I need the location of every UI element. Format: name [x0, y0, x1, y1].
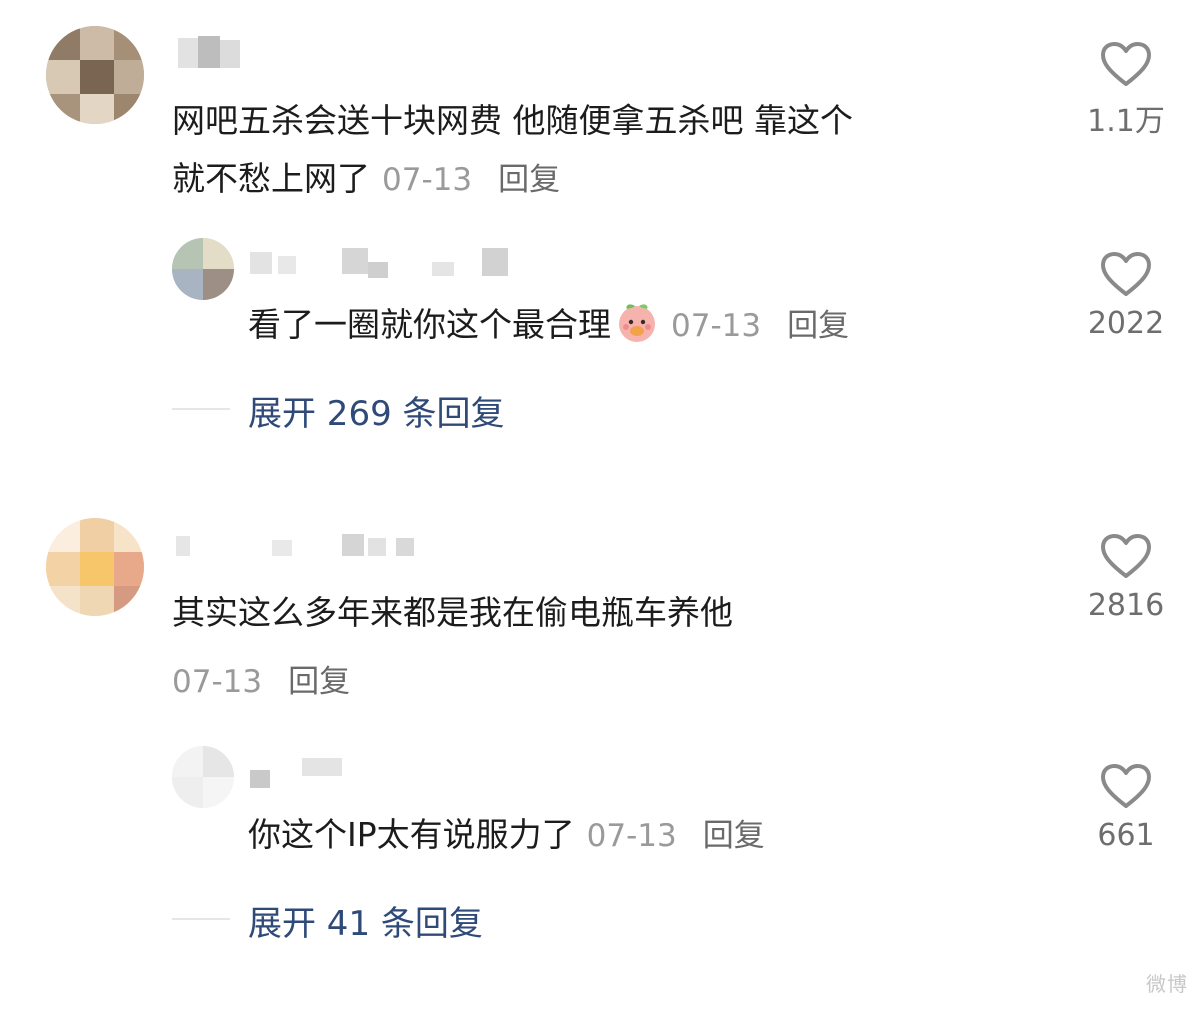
reply-text: 看了一圈就你这个最合理 [248, 305, 611, 344]
reply-like-button[interactable]: 661 [1066, 762, 1186, 853]
comment-date: 07-13 [172, 664, 263, 700]
heart-outline-icon [1101, 534, 1151, 578]
commenter-username-redacted[interactable] [176, 524, 426, 564]
reply-avatar[interactable] [172, 746, 234, 808]
reply-to-reply-button[interactable]: 回复 [703, 818, 765, 854]
reply-like-button[interactable]: 2022 [1066, 250, 1186, 341]
expand-divider [172, 408, 230, 410]
reply-to-reply-button[interactable]: 回复 [787, 308, 849, 344]
reply-button[interactable]: 回复 [288, 664, 350, 700]
reply-text: 你这个IP太有说服力了 [248, 815, 575, 854]
commenter-avatar[interactable] [46, 26, 144, 124]
comment-meta: 07-13 回复 [160, 656, 350, 701]
comment-text-line-2: 就不愁上网了 07-13 回复 [172, 150, 1052, 209]
reply-button[interactable]: 回复 [498, 162, 560, 198]
heart-outline-icon [1101, 42, 1151, 86]
like-count: 2022 [1087, 306, 1165, 341]
like-count: 1.1万 [1087, 104, 1165, 139]
reply-body: 你这个IP太有说服力了 07-13 回复 [248, 806, 1048, 865]
expand-divider [172, 918, 230, 920]
comment-text-line: 网吧五杀会送十块网费 他随便拿五杀吧 靠这个 [172, 101, 853, 140]
comment-text-line: 其实这么多年来都是我在偷电瓶车养他 [172, 593, 733, 632]
peach-emoji-icon [619, 304, 655, 342]
reply-body: 看了一圈就你这个最合理 07-13 回复 [248, 296, 1048, 355]
like-count: 661 [1097, 818, 1155, 853]
like-count: 2816 [1087, 588, 1165, 623]
expand-replies-link[interactable]: 展开 41 条回复 [248, 896, 483, 945]
comment-body: 其实这么多年来都是我在偷电瓶车养他 [172, 584, 1052, 642]
heart-outline-icon [1101, 764, 1151, 808]
heart-outline-icon [1101, 252, 1151, 296]
reply-username-redacted[interactable] [250, 752, 360, 792]
reply-date: 07-13 [586, 818, 677, 854]
expand-replies-link[interactable]: 展开 269 条回复 [248, 386, 505, 435]
comment-body: 网吧五杀会送十块网费 他随便拿五杀吧 靠这个 就不愁上网了 07-13 回复 [172, 92, 1052, 209]
commenter-avatar[interactable] [46, 518, 144, 616]
commenter-username-redacted[interactable] [174, 34, 244, 74]
like-button[interactable]: 1.1万 [1066, 40, 1186, 140]
comment-text-continued: 就不愁上网了 [172, 159, 370, 198]
reply-username-redacted[interactable] [250, 244, 540, 284]
like-button[interactable]: 2816 [1066, 532, 1186, 623]
watermark-logo: 微博 [1146, 972, 1188, 996]
reply-avatar[interactable] [172, 238, 234, 300]
reply-date: 07-13 [671, 308, 762, 344]
comment-date: 07-13 [382, 162, 473, 198]
